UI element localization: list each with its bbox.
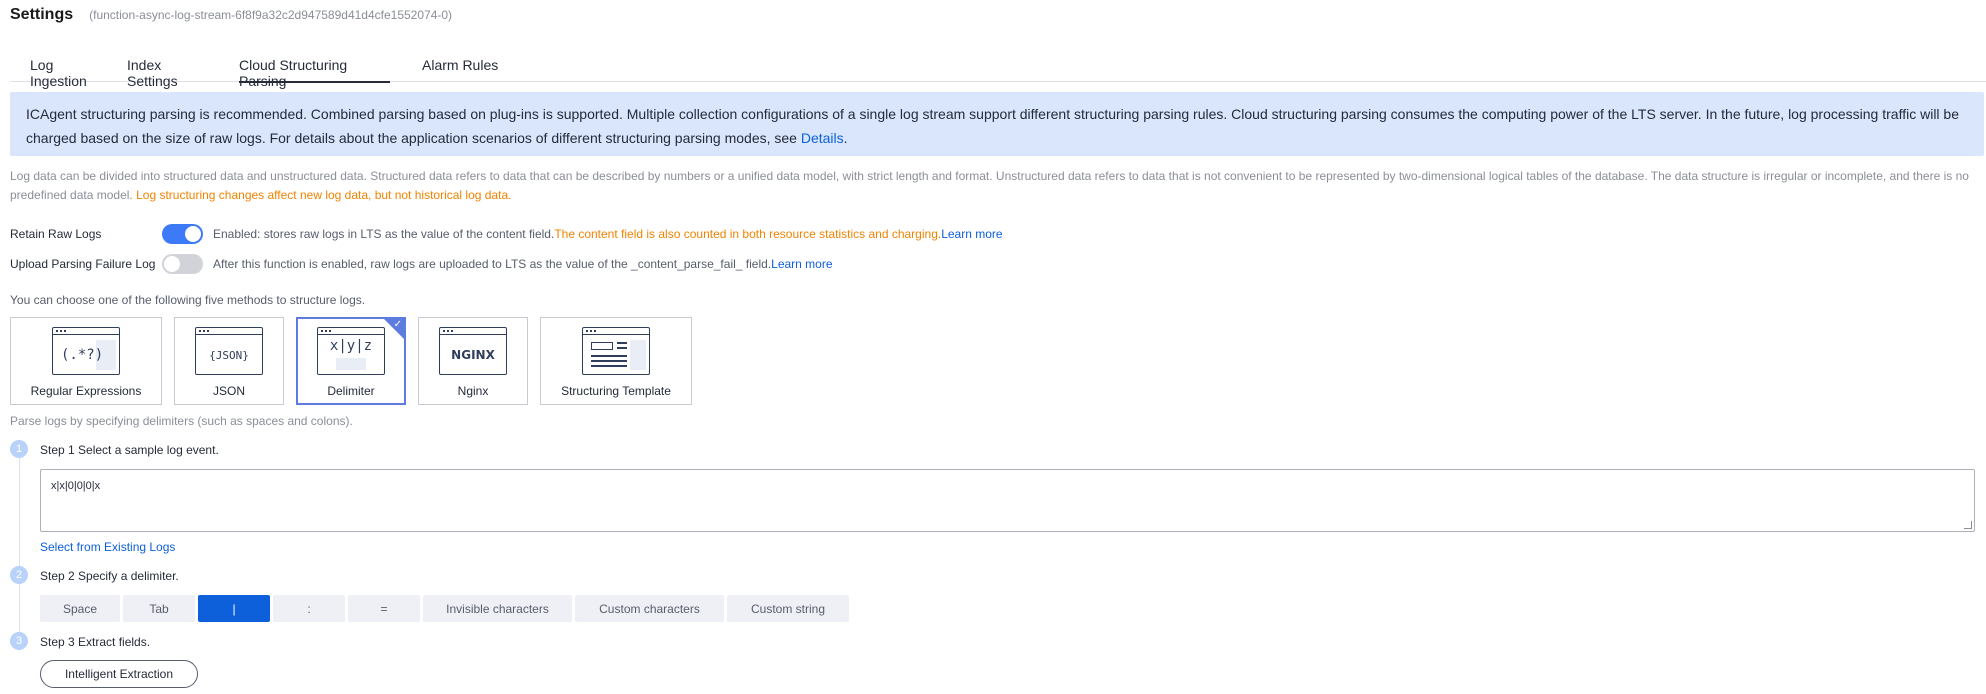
delimiter-custom-string[interactable]: Custom string [727, 595, 849, 622]
step-connector [19, 458, 20, 644]
resize-grip-icon[interactable] [1964, 521, 1972, 529]
method-delimiter[interactable]: x|y|z Delimiter ✓ [296, 317, 406, 405]
delimiter-tab[interactable]: Tab [123, 595, 195, 622]
retain-raw-logs-switch[interactable] [162, 224, 203, 244]
retain-raw-logs-label: Retain Raw Logs [10, 227, 102, 241]
step-3-label: Step 3 Extract fields. [40, 635, 151, 649]
delimiter-colon[interactable]: : [273, 595, 345, 622]
description-warning: Log structuring changes affect new log d… [136, 188, 512, 202]
upload-failure-log-learn-more[interactable]: Learn more [771, 257, 832, 271]
delimiter-invisible-characters[interactable]: Invisible characters [423, 595, 572, 622]
method-label: Regular Expressions [30, 384, 142, 398]
notice-tail: . [843, 130, 848, 146]
method-structuring-template[interactable]: Structuring Template [540, 317, 692, 405]
select-existing-logs-link[interactable]: Select from Existing Logs [40, 540, 175, 554]
nginx-icon: NGINX [439, 327, 507, 375]
parse-description: Parse logs by specifying delimiters (suc… [10, 414, 353, 428]
delimiter-space[interactable]: Space [40, 595, 120, 622]
method-json[interactable]: {JSON} JSON [174, 317, 284, 405]
upload-failure-log-row: Upload Parsing Failure Log After this fu… [10, 254, 833, 274]
sample-log-input[interactable]: x|x|0|0|0|x [40, 469, 1975, 532]
step-2-indicator: 2 [10, 566, 28, 584]
structuring-methods: (.*?) Regular Expressions {JSON} JSON x|… [10, 317, 704, 405]
method-label: Nginx [457, 384, 489, 398]
tab-index-settings[interactable]: Index Settings [107, 54, 219, 89]
retain-raw-logs-hint: Enabled: stores raw logs in LTS as the v… [213, 227, 555, 241]
page-header: Settings (function-async-log-stream-6f8f… [10, 6, 452, 24]
delimiter-pipe[interactable]: | [198, 595, 270, 622]
method-regular-expressions[interactable]: (.*?) Regular Expressions [10, 317, 162, 405]
step-3-indicator: 3 [10, 632, 28, 650]
log-stream-id: (function-async-log-stream-6f8f9a32c2d94… [89, 8, 453, 22]
page-title: Settings [10, 6, 74, 23]
template-icon [582, 327, 650, 375]
switch-knob [164, 256, 180, 272]
retain-raw-logs-warning: The content field is also counted in bot… [554, 227, 942, 241]
settings-tabs: Log Ingestion Index Settings Cloud Struc… [10, 54, 1986, 89]
upload-failure-log-label: Upload Parsing Failure Log [10, 257, 156, 271]
delimiter-equals[interactable]: = [348, 595, 420, 622]
json-icon: {JSON} [195, 327, 263, 375]
delimiter-icon: x|y|z [317, 327, 385, 375]
tab-log-ingestion[interactable]: Log Ingestion [10, 54, 107, 89]
method-label: JSON [212, 384, 245, 398]
check-icon: ✓ [393, 319, 402, 330]
step-1-indicator: 1 [10, 440, 28, 458]
step-1-label: Step 1 Select a sample log event. [40, 443, 219, 457]
delimiter-options: Space Tab | : = Invisible characters Cus… [40, 595, 852, 622]
retain-raw-logs-learn-more[interactable]: Learn more [941, 227, 1002, 241]
delimiter-custom-characters[interactable]: Custom characters [575, 595, 724, 622]
tab-cloud-structuring-parsing[interactable]: Cloud Structuring Parsing [219, 54, 402, 89]
method-label: Structuring Template [561, 384, 671, 398]
sample-log-value: x|x|0|0|0|x [51, 480, 101, 492]
tab-alarm-rules[interactable]: Alarm Rules [402, 54, 510, 82]
switch-knob [185, 226, 201, 242]
method-label: Delimiter [327, 384, 375, 398]
info-notice: ICAgent structuring parsing is recommend… [10, 92, 1984, 156]
details-link[interactable]: Details [801, 130, 844, 146]
intelligent-extraction-button[interactable]: Intelligent Extraction [40, 660, 198, 688]
structuring-description: Log data can be divided into structured … [10, 167, 1970, 205]
upload-failure-log-switch[interactable] [162, 254, 203, 274]
regex-icon: (.*?) [52, 327, 120, 375]
method-nginx[interactable]: NGINX Nginx [418, 317, 528, 405]
notice-text: ICAgent structuring parsing is recommend… [26, 106, 1960, 146]
upload-failure-log-hint: After this function is enabled, raw logs… [213, 257, 772, 271]
step-2-label: Step 2 Specify a delimiter. [40, 569, 179, 583]
retain-raw-logs-row: Retain Raw Logs Enabled: stores raw logs… [10, 224, 1003, 244]
methods-title: You can choose one of the following five… [10, 293, 366, 307]
